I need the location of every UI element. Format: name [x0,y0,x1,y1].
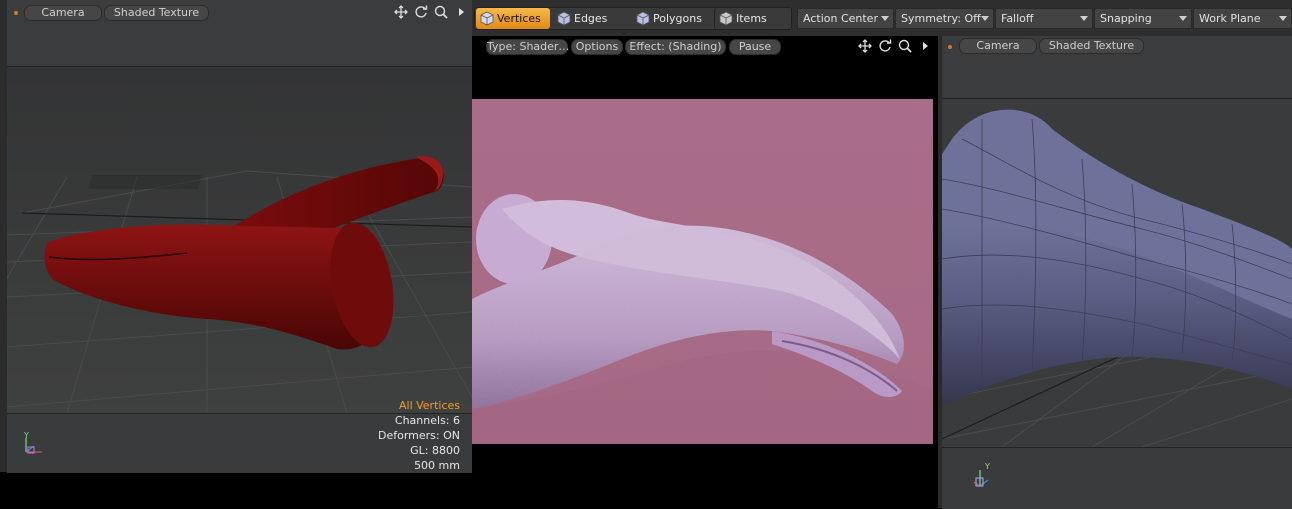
mode-edges-label: Edges [574,12,608,25]
move-view-icon[interactable] [393,4,409,20]
shader-type-dropdown[interactable]: Type: Shader… [486,39,569,55]
symmetry-dropdown[interactable]: Symmetry: Off [895,8,994,29]
mode-polygons-button[interactable]: Polygons [632,8,710,29]
mode-items-button[interactable]: Items [714,8,790,29]
snapping-dropdown[interactable]: Snapping [1094,8,1192,29]
symmetry-label: Symmetry: Off [901,12,981,25]
gl-stat: GL: 8800 [410,444,460,457]
right-scene[interactable] [942,99,1292,447]
zoom-view-icon[interactable] [897,38,913,54]
rotate-view-icon[interactable] [413,4,429,20]
channels-stat: Channels: 6 [394,414,460,427]
chevron-down-icon [981,16,989,21]
action-center-dropdown[interactable]: Action Center [797,8,894,29]
chevron-down-icon [1279,16,1287,21]
pause-button[interactable]: Pause [729,39,781,55]
camera-button[interactable]: Camera [959,38,1037,54]
left-viewport[interactable]: Camera Shaded Texture Y All Vertices Cha… [0,0,472,473]
chevron-down-icon [881,16,889,21]
edge-cube-icon [557,11,571,26]
zoom-view-icon[interactable] [433,4,449,20]
vertex-cube-icon [480,11,494,26]
mode-edges-button[interactable]: Edges [553,8,629,29]
axis-y-label: Y [985,462,990,471]
options-button[interactable]: Options [571,39,623,55]
light-grid [87,175,203,189]
work-plane-label: Work Plane [1199,12,1261,25]
viewport-menu-arrow-icon[interactable] [453,4,469,20]
left-scene[interactable] [7,67,472,413]
snapping-label: Snapping [1100,12,1152,25]
mode-vertices-label: Vertices [497,12,541,25]
shaded-texture-button[interactable]: Shaded Texture [104,5,209,21]
rotate-view-icon[interactable] [877,38,893,54]
falloff-label: Falloff [1001,12,1034,25]
left-viewport-border [0,0,7,472]
item-cube-icon [719,11,733,26]
mode-items-label: Items [736,12,767,25]
chevron-down-icon [1179,16,1187,21]
axis-y-label: Y [24,431,29,440]
viewport-dot-icon [948,45,952,49]
mode-vertices-button[interactable]: Vertices [476,8,550,29]
polygon-cube-icon [636,11,650,26]
mode-polygons-label: Polygons [653,12,702,25]
falloff-dropdown[interactable]: Falloff [995,8,1093,29]
preview-viewport[interactable]: Type: Shader… Options Effect: (Shading) … [472,36,938,508]
deformers-stat: Deformers: ON [378,429,460,442]
camera-button[interactable]: Camera [24,5,102,21]
shaded-texture-button[interactable]: Shaded Texture [1039,38,1144,54]
action-center-label: Action Center [803,12,878,25]
effect-dropdown[interactable]: Effect: (Shading) [625,39,726,55]
render-preview [472,99,933,444]
work-plane-dropdown[interactable]: Work Plane [1193,8,1292,29]
viewport-dot-icon [14,11,18,15]
chevron-down-icon [1080,16,1088,21]
move-view-icon[interactable] [857,38,873,54]
right-viewport[interactable]: Camera Shaded Texture Y [942,36,1292,509]
selection-mode-label: All Vertices [398,399,460,412]
scale-stat: 500 mm [414,459,460,472]
axis-gizmo-icon [973,470,989,487]
viewport-menu-arrow-icon[interactable] [917,38,933,54]
